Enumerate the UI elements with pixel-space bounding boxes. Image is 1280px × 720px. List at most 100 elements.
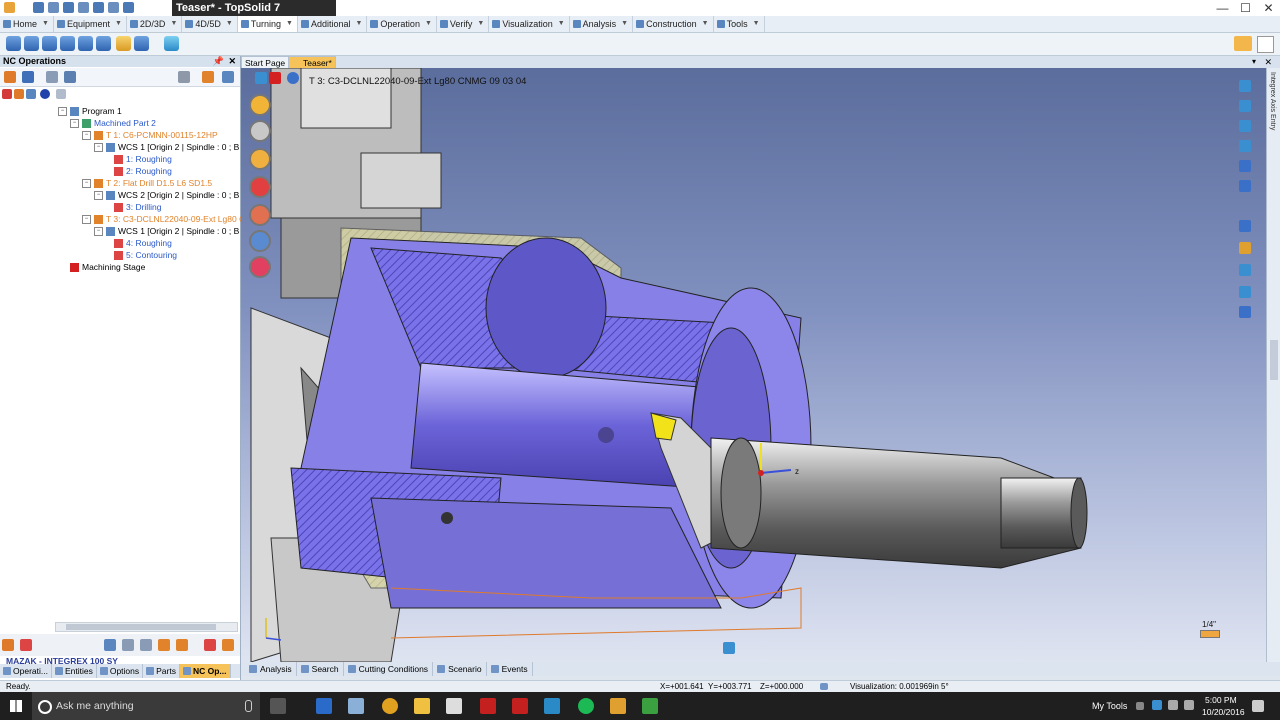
network-app-icon[interactable]	[544, 698, 560, 714]
tree-item[interactable]: Machining Stage	[70, 261, 145, 273]
menu-4d-5d[interactable]: 4D/5D ▼	[182, 16, 238, 32]
grid-icon[interactable]	[56, 89, 66, 99]
notepad-icon[interactable]	[348, 698, 364, 714]
collapse-icon[interactable]: −	[82, 130, 91, 140]
chevron-down-icon[interactable]: ▼	[355, 16, 362, 32]
chevron-down-icon[interactable]: ▼	[115, 16, 122, 32]
collapse-icon[interactable]: −	[58, 106, 67, 116]
view-right-tool-3-icon[interactable]	[1239, 120, 1251, 132]
sort-icon[interactable]	[202, 71, 214, 83]
bottom-tab-analysis[interactable]: Analysis	[245, 662, 297, 676]
clock-time[interactable]: 5:00 PM	[1205, 695, 1237, 705]
my-tools-toolbar[interactable]: My Tools	[1092, 692, 1127, 720]
filter-icon[interactable]	[222, 71, 234, 83]
store-icon[interactable]	[446, 698, 462, 714]
menu-tools[interactable]: Tools ▼	[714, 16, 765, 32]
print-icon[interactable]	[108, 2, 119, 13]
view-right-tool-1-icon[interactable]	[1239, 80, 1251, 92]
tool-button-5[interactable]	[78, 36, 93, 51]
menu-operation[interactable]: Operation ▼	[367, 16, 437, 32]
network-icon[interactable]	[1168, 700, 1178, 710]
nc-tool-6-icon[interactable]	[158, 639, 170, 651]
tree-item[interactable]: 1: Roughing	[114, 153, 172, 165]
help-icon[interactable]	[123, 2, 134, 13]
favorite-icon[interactable]	[249, 94, 271, 116]
chevron-down-icon[interactable]: ▼	[477, 16, 484, 32]
pin-icon[interactable]: 📌	[213, 56, 224, 67]
tree-item[interactable]: − T 2: Flat Drill D1.5 L6 SD1.5	[82, 177, 212, 189]
nc-tool-5-icon[interactable]	[140, 639, 152, 651]
tree-item[interactable]: 3: Drilling	[114, 201, 161, 213]
minimize-button[interactable]: —	[1211, 0, 1234, 16]
chevron-down-icon[interactable]: ▼	[42, 16, 49, 32]
view-right-tool-7-icon[interactable]	[1239, 220, 1251, 232]
arrow-icon[interactable]	[22, 71, 34, 83]
layers-icon[interactable]	[14, 89, 24, 99]
machine-icon[interactable]	[46, 71, 58, 83]
nc-tool-8-icon[interactable]	[204, 639, 216, 651]
tab-teaser[interactable]: Teaser*	[288, 56, 336, 68]
notifications-icon[interactable]	[1252, 700, 1264, 712]
menu-visualization[interactable]: Visualization ▼	[489, 16, 570, 32]
collapse-icon[interactable]: −	[94, 190, 103, 200]
close-window-button[interactable]: ✕	[1257, 0, 1280, 16]
nc-tool-1-icon[interactable]	[2, 639, 14, 651]
collapse-icon[interactable]: −	[94, 142, 103, 152]
nc-tool-4-icon[interactable]	[122, 639, 134, 651]
nc-tool-7-icon[interactable]	[176, 639, 188, 651]
right-side-panel-tab[interactable]: Integrex Axis Entry	[1266, 68, 1280, 662]
bottom-nav-icon[interactable]	[723, 642, 735, 654]
bottom-tab-search[interactable]: Search	[297, 662, 344, 676]
tree-item[interactable]: − Program 1	[58, 105, 122, 117]
undo-icon[interactable]	[78, 2, 89, 13]
tree-item[interactable]: − WCS 2 [Origin 2 | Spindle : 0 ; B : 0	[94, 189, 251, 201]
menu-home[interactable]: Home ▼	[0, 16, 54, 32]
panel-tab[interactable]: Entities	[52, 664, 97, 678]
layout-icon[interactable]	[1234, 36, 1252, 51]
file-explorer-icon[interactable]	[414, 698, 430, 714]
close-tab-button[interactable]: ✕	[1264, 56, 1272, 68]
tree-item[interactable]: 4: Roughing	[114, 237, 172, 249]
volume-icon[interactable]	[1184, 700, 1194, 710]
collapse-icon[interactable]: −	[70, 118, 79, 128]
tray-app-icon[interactable]	[1152, 700, 1162, 710]
panel-tab[interactable]: Options	[97, 664, 144, 678]
cancel-icon[interactable]	[269, 72, 281, 84]
view-5-icon[interactable]	[249, 230, 271, 252]
start-button[interactable]	[0, 692, 32, 720]
view-4-icon[interactable]	[249, 204, 271, 226]
tool-button-7[interactable]	[116, 36, 131, 51]
menu-turning[interactable]: Turning ▼	[237, 16, 298, 32]
view-2-icon[interactable]	[249, 148, 271, 170]
view-right-tool-9-icon[interactable]	[1239, 264, 1251, 276]
outlook-icon[interactable]	[316, 698, 332, 714]
view-right-tool-5-icon[interactable]	[1239, 160, 1251, 172]
clock-date[interactable]: 10/20/2016	[1202, 707, 1245, 717]
nc-tool-3-icon[interactable]	[104, 639, 116, 651]
tool-button-4[interactable]	[60, 36, 75, 51]
tool-icon[interactable]	[26, 89, 36, 99]
cortana-search[interactable]: Ask me anything	[32, 692, 260, 720]
menu-analysis[interactable]: Analysis ▼	[570, 16, 634, 32]
open-icon[interactable]	[63, 2, 74, 13]
view-right-tool-4-icon[interactable]	[1239, 140, 1251, 152]
view-right-tool-10-icon[interactable]	[1239, 286, 1251, 298]
nc-tool-9-icon[interactable]	[222, 639, 234, 651]
panel-tab[interactable]: Operati...	[0, 664, 52, 678]
tool-button-3[interactable]	[42, 36, 57, 51]
check-icon[interactable]	[255, 72, 267, 84]
menu-construction[interactable]: Construction ▼	[633, 16, 714, 32]
tree-item[interactable]: − WCS 1 [Origin 2 | Spindle : 0 ; B : 0	[94, 225, 251, 237]
tool-button-6[interactable]	[96, 36, 111, 51]
spotify-icon[interactable]	[578, 698, 594, 714]
view-right-tool-6-icon[interactable]	[1239, 180, 1251, 192]
save-all-icon[interactable]	[48, 2, 59, 13]
view-1-icon[interactable]	[249, 120, 271, 142]
operation-icon[interactable]	[4, 71, 16, 83]
tree-item[interactable]: 2: Roughing	[114, 165, 172, 177]
tool-button-1[interactable]	[6, 36, 21, 51]
view-right-tool-8-icon[interactable]	[1239, 242, 1251, 254]
chevron-down-icon[interactable]: ▼	[621, 16, 628, 32]
menu-equipment[interactable]: Equipment ▼	[54, 16, 127, 32]
collapse-icon[interactable]: −	[94, 226, 103, 236]
